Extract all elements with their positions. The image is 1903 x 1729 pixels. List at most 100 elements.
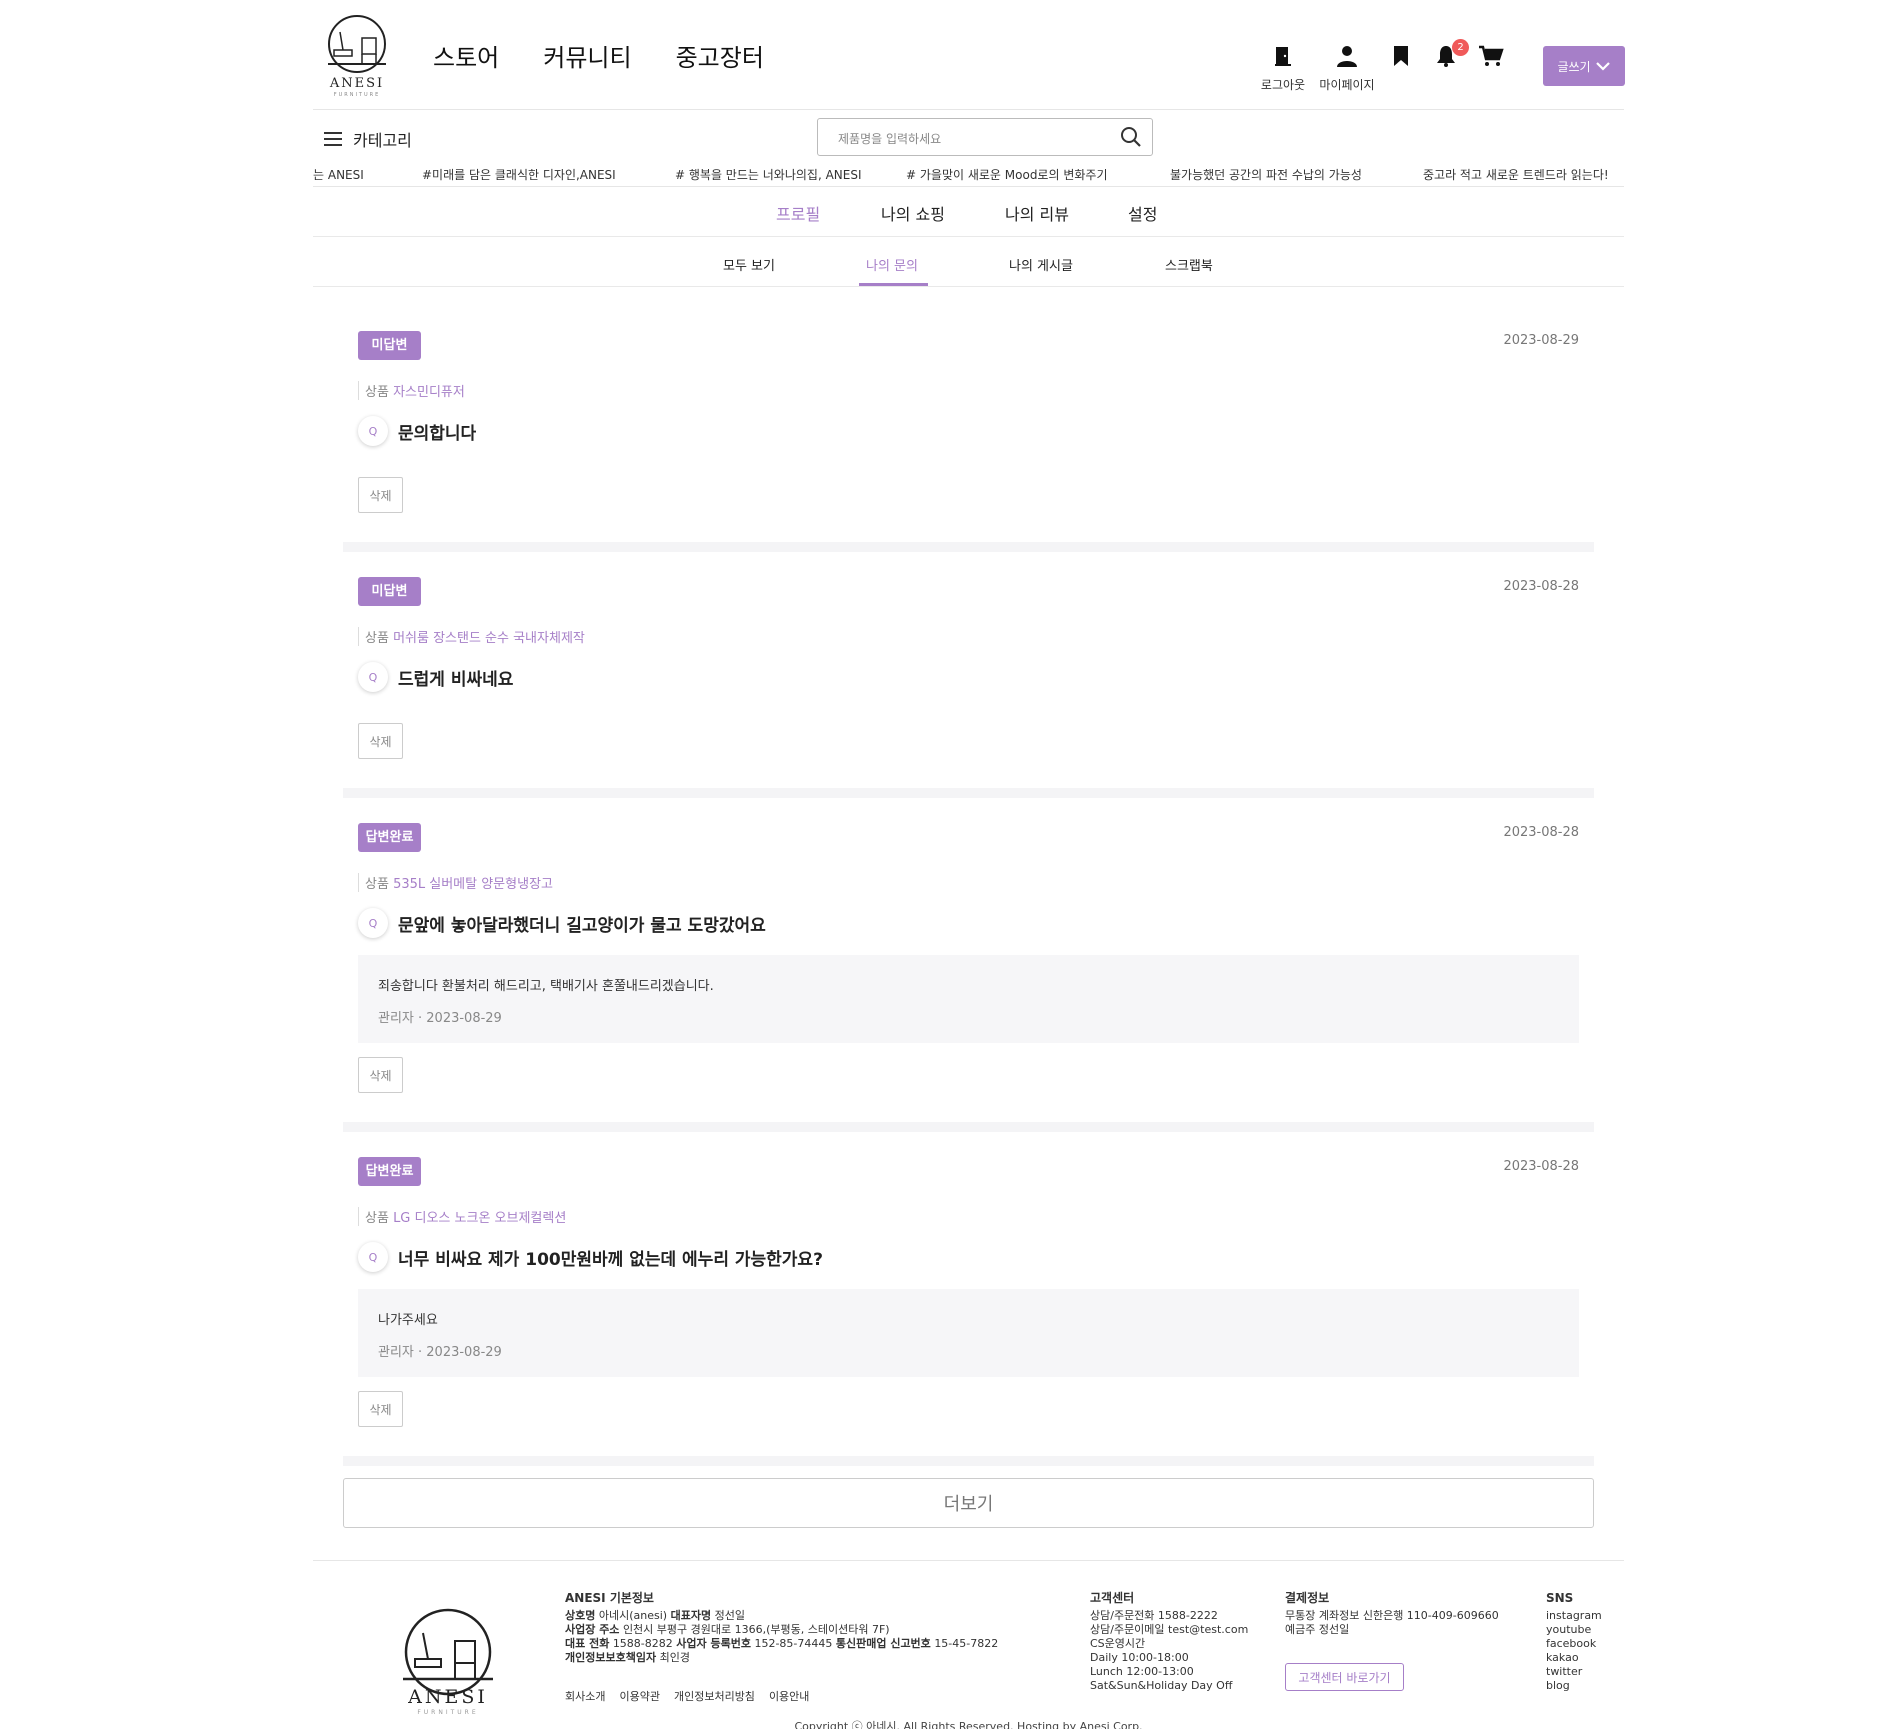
inquiry-question: Q 문앞에 놓아달라했더니 길고양이가 물고 도망갔어요: [358, 908, 766, 938]
inquiry-question: Q 드럽게 비싸네요: [358, 662, 513, 692]
tab-my-posts[interactable]: 나의 게시글: [1009, 255, 1073, 274]
category-label: 카테고리: [353, 131, 412, 150]
nav-store[interactable]: 스토어: [433, 38, 499, 73]
sns-twitter[interactable]: twitter: [1546, 1665, 1602, 1679]
sns-title: SNS: [1546, 1591, 1574, 1605]
inquiry-question: Q 너무 비싸요 제가 100만원바께 없는데 에누리 가능한가요?: [358, 1242, 823, 1272]
footer-link-about[interactable]: 회사소개: [565, 1688, 605, 1704]
ticker-item[interactable]: # 가을맞이 새로운 Mood로의 변화주기: [906, 166, 1108, 183]
customer-center: 고객센터 상담/주문전화 1588-2222 상담/주문이메일 test@tes…: [1090, 1591, 1248, 1693]
nav-community[interactable]: 커뮤니티: [543, 38, 631, 73]
search-icon[interactable]: [1120, 126, 1142, 148]
sns-blog[interactable]: blog: [1546, 1679, 1602, 1693]
main-nav: 스토어 커뮤니티 중고장터: [433, 38, 764, 73]
cs-line: CS운영시간: [1090, 1637, 1146, 1650]
cart-icon: [1479, 45, 1504, 66]
payment-info: 결제정보 무통장 계좌정보 신한은행 110-409-609660 예금주 정선…: [1285, 1591, 1499, 1637]
delete-button[interactable]: 삭제: [358, 723, 403, 759]
chevron-down-icon: [1595, 62, 1610, 71]
bookmark-icon: [1394, 46, 1408, 66]
info-line: 대표 전화 1588-8282 사업자 등록번호 152-85-74445 통신…: [565, 1637, 999, 1650]
tab-view-all[interactable]: 모두 보기: [723, 255, 775, 274]
sns-links: SNS instagram youtube facebook kakao twi…: [1546, 1591, 1602, 1693]
question-text: 문앞에 놓아달라했더니 길고양이가 물고 도망갔어요: [398, 915, 766, 936]
load-more-button[interactable]: 더보기: [343, 1478, 1594, 1528]
tab-scrapbook[interactable]: 스크랩북: [1165, 255, 1213, 274]
sub-tabs: 모두 보기 나의 문의 나의 게시글 스크랩북: [313, 237, 1624, 287]
site-footer: ANESI FURNITURE ANESI 기본정보 상호명 아네시(anesi…: [313, 1560, 1624, 1729]
info-line: 사업장 주소 인천시 부평구 경원대로 1366,(부평동, 스테이션타워 7F…: [565, 1623, 890, 1636]
product-prefix: 상품: [365, 385, 389, 400]
notification-badge: 2: [1452, 39, 1469, 56]
active-tab-underline: [859, 283, 928, 286]
sns-facebook[interactable]: facebook: [1546, 1637, 1602, 1651]
question-q-icon: Q: [358, 662, 388, 692]
cs-title: 고객센터: [1090, 1591, 1135, 1605]
product-link[interactable]: 머쉬룸 장스탠드 순수 국내자체제작: [393, 631, 585, 646]
status-badge: 미답변: [358, 577, 421, 606]
logo-subtext: FURNITURE: [333, 92, 381, 98]
search-placeholder: 제품명을 입력하세요: [838, 132, 942, 146]
footer-links: 회사소개 이용약관 개인정보처리방침 이용안내: [565, 1688, 809, 1704]
answer-panel: 죄송합니다 환불처리 해드리고, 택배기사 혼쭐내드리겠습니다. 관리자 · 2…: [358, 955, 1579, 1043]
anesi-logo[interactable]: ANESI FURNITURE: [318, 14, 396, 98]
tab-my-inquiries[interactable]: 나의 문의: [866, 255, 918, 274]
footer-link-privacy[interactable]: 개인정보처리방침: [674, 1688, 755, 1704]
hamburger-menu-icon: [324, 132, 342, 146]
ticker-item[interactable]: # 행복을 만드는 너와나의집, ANESI: [675, 166, 862, 183]
question-text: 너무 비싸요 제가 100만원바께 없는데 에누리 가능한가요?: [398, 1249, 823, 1270]
ticker-item[interactable]: 중고라 적고 새로운 트렌드라 읽는다!: [1423, 166, 1609, 183]
answer-panel: 나가주세요 관리자 · 2023-08-29: [358, 1289, 1579, 1377]
tab-my-shopping[interactable]: 나의 쇼핑: [881, 201, 945, 225]
write-button[interactable]: 글쓰기: [1543, 46, 1625, 86]
info-line: 상호명 아네시(anesi) 대표자명 정선일: [565, 1609, 745, 1622]
status-badge: 답변완료: [358, 823, 421, 852]
ticker-item[interactable]: 불가능했던 공간의 파전 수납의 가능성: [1170, 166, 1362, 183]
product-prefix: 상품: [365, 877, 389, 892]
category-menu[interactable]: 카테고리: [323, 127, 412, 151]
sns-kakao[interactable]: kakao: [1546, 1651, 1602, 1665]
bookmark-button[interactable]: [1390, 44, 1412, 72]
status-badge: 답변완료: [358, 1157, 421, 1186]
info-line: 개인정보보호책임자 최인경: [565, 1651, 690, 1664]
notification-button[interactable]: 2: [1434, 39, 1469, 72]
answer-meta: 관리자 · 2023-08-29: [378, 1345, 502, 1360]
inquiry-card: 미답변 2023-08-28 상품 머쉬룸 장스탠드 순수 국내자체제작 Q 드…: [343, 552, 1594, 798]
answer-text: 죄송합니다 환불처리 해드리고, 택배기사 혼쭐내드리겠습니다.: [378, 979, 714, 994]
product-link[interactable]: 자스민디퓨저: [393, 385, 465, 400]
logout-button[interactable]: 로그아웃: [1261, 44, 1305, 92]
ticker-item[interactable]: 는 ANESI: [313, 166, 364, 183]
product-prefix: 상품: [365, 1211, 389, 1226]
search-input[interactable]: 제품명을 입력하세요: [817, 118, 1153, 156]
tab-my-reviews[interactable]: 나의 리뷰: [1005, 201, 1069, 225]
sns-youtube[interactable]: youtube: [1546, 1623, 1602, 1637]
inquiry-date: 2023-08-28: [1503, 579, 1579, 594]
customer-center-button[interactable]: 고객센터 바로가기: [1285, 1663, 1404, 1691]
cs-line: Sat&Sun&Holiday Day Off: [1090, 1679, 1233, 1692]
logout-door-icon: [1275, 47, 1291, 66]
product-link[interactable]: LG 디오스 노크온 오브제컬렉션: [393, 1211, 566, 1226]
cart-button[interactable]: [1478, 44, 1504, 72]
sns-instagram[interactable]: instagram: [1546, 1609, 1602, 1623]
logo-text: ANESI: [329, 76, 385, 91]
cs-line: 상담/주문이메일 test@test.com: [1090, 1623, 1249, 1636]
delete-button[interactable]: 삭제: [358, 1391, 403, 1427]
nav-used-market[interactable]: 중고장터: [676, 38, 764, 73]
promo-ticker: 는 ANESI #미래를 담은 클래식한 디자인,ANESI # 행복을 만드는…: [313, 160, 1624, 187]
product-prefix: 상품: [365, 631, 389, 646]
inquiry-date: 2023-08-28: [1503, 825, 1579, 840]
inquiry-product: 상품 자스민디퓨저: [358, 381, 465, 400]
footer-link-guide[interactable]: 이용안내: [769, 1688, 809, 1704]
answer-text: 나가주세요: [378, 1313, 438, 1328]
cs-line: Daily 10:00-18:00: [1090, 1651, 1189, 1664]
tab-settings[interactable]: 설정: [1128, 201, 1157, 225]
product-link[interactable]: 535L 실버메탈 양문형냉장고: [393, 877, 553, 892]
delete-button[interactable]: 삭제: [358, 477, 403, 513]
ticker-item[interactable]: #미래를 담은 클래식한 디자인,ANESI: [422, 166, 616, 183]
inquiry-card: 답변완료 2023-08-28 상품 LG 디오스 노크온 오브제컬렉션 Q 너…: [343, 1132, 1594, 1466]
delete-button[interactable]: 삭제: [358, 1057, 403, 1093]
tab-profile[interactable]: 프로필: [776, 201, 820, 225]
mypage-button[interactable]: 마이페이지: [1319, 44, 1375, 92]
company-info: ANESI 기본정보 상호명 아네시(anesi) 대표자명 정선일 사업장 주…: [565, 1591, 998, 1665]
footer-link-terms[interactable]: 이용약관: [619, 1688, 659, 1704]
